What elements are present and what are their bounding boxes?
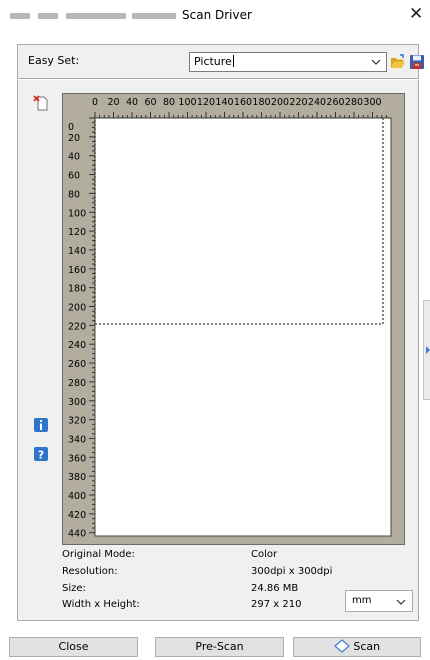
top-ruler-tick-label: 0	[92, 97, 98, 108]
left-ruler-tick-label: 320	[68, 416, 86, 427]
resolution-label: Resolution:	[62, 566, 118, 577]
blurred-app-name	[132, 13, 176, 19]
expand-panel-tab[interactable]	[423, 300, 430, 400]
top-ruler: 0 20 40 60 80 100 120 140 160 180 200 220 240 260 280 3…	[92, 97, 391, 119]
left-ruler-tick-label: 180	[68, 284, 86, 295]
unit-dropdown[interactable]: mm	[345, 590, 413, 612]
left-ruler-tick-label: 0	[68, 122, 74, 133]
left-ruler-tick-label: 240	[68, 340, 86, 351]
top-ruler-tick-label: 80	[163, 97, 175, 108]
top-ruler-tick-label: 160	[234, 97, 252, 108]
top-ruler-tick-label: 120	[197, 97, 215, 108]
scan-diamond-icon	[333, 639, 350, 653]
chevron-down-icon	[371, 59, 381, 65]
scan-preview-area[interactable]: 0 20 40 60 80 100 120 140 160 180 200 220 240 260 280 3…	[62, 93, 405, 545]
delete-document-icon[interactable]	[33, 95, 49, 111]
easy-set-value: Picture	[194, 55, 232, 68]
blurred-app-name	[10, 13, 30, 19]
top-ruler-tick-label: 200	[271, 97, 289, 108]
info-icon[interactable]	[33, 417, 49, 433]
prescan-button[interactable]: Pre-Scan	[155, 637, 284, 657]
easy-set-panel: Easy Set: Picture	[17, 44, 424, 79]
top-ruler-tick-label: 20	[107, 97, 119, 108]
easy-set-label: Easy Set:	[28, 54, 80, 67]
title-bar: Scan Driver ✕	[0, 0, 430, 31]
left-ruler-tick-label: 140	[68, 246, 86, 257]
top-ruler-tick-label: 40	[126, 97, 138, 108]
top-ruler-tick-label: 180	[252, 97, 270, 108]
left-ruler-tick-label: 300	[68, 397, 86, 408]
left-ruler-tick-label: 380	[68, 472, 86, 483]
prescan-button-label: Pre-Scan	[195, 640, 244, 653]
left-ruler-tick-label: 40	[68, 152, 80, 163]
window-title: Scan Driver	[182, 8, 252, 22]
easy-set-dropdown[interactable]: Picture	[189, 52, 387, 72]
scan-button-label: Scan	[353, 640, 381, 653]
help-icon[interactable]: ?	[33, 446, 49, 462]
width-height-value: 297 x 210	[251, 599, 302, 610]
close-button-label: Close	[58, 640, 89, 653]
blurred-app-name	[66, 13, 126, 19]
left-ruler-tick-label: 80	[68, 189, 80, 200]
original-mode-value: Color	[251, 549, 278, 560]
left-ruler-tick-label: 60	[68, 171, 80, 182]
resolution-value: 300dpi x 300dpi	[251, 566, 333, 577]
left-ruler: 020 40 60 80 100 120 140 160 180 200 220 240 260 280 3…	[68, 117, 95, 540]
save-icon[interactable]	[409, 54, 425, 70]
close-button[interactable]: Close	[9, 637, 138, 657]
left-ruler-tick-label: 440	[68, 529, 86, 540]
width-height-label: Width x Height:	[62, 599, 140, 610]
left-ruler-tick-label: 400	[68, 491, 86, 502]
close-window-icon[interactable]: ✕	[409, 4, 423, 24]
left-ruler-tick-label: 280	[68, 378, 86, 389]
svg-text:?: ?	[38, 449, 44, 462]
top-ruler-tick-label: 240	[308, 97, 326, 108]
top-ruler-tick-label: 100	[178, 97, 196, 108]
left-ruler-tick-label: 340	[68, 434, 86, 445]
left-ruler-tick-label: 260	[68, 359, 86, 370]
chevron-down-icon	[396, 599, 406, 605]
top-ruler-tick-label: 220	[289, 97, 307, 108]
unit-value: mm	[352, 595, 372, 606]
left-ruler-tick-label: 160	[68, 265, 86, 276]
left-ruler-tick-label: 100	[68, 208, 86, 219]
top-ruler-tick-label: 260	[326, 97, 344, 108]
top-ruler-tick-label: 60	[144, 97, 156, 108]
size-label: Size:	[62, 583, 86, 594]
left-ruler-tick-label: 200	[68, 303, 86, 314]
original-mode-label: Original Mode:	[62, 549, 135, 560]
left-ruler-tick-label: 420	[68, 510, 86, 521]
top-ruler-tick-label: 280	[345, 97, 363, 108]
scan-preview-canvas[interactable]: 0 20 40 60 80 100 120 140 160 180 200 220 240 260 280 3…	[63, 94, 406, 546]
left-ruler-tick-label: 20	[68, 133, 80, 144]
left-ruler-tick-label: 120	[68, 227, 86, 238]
expand-arrow-icon	[426, 346, 430, 354]
size-value: 24.86 MB	[251, 583, 299, 594]
blurred-app-name	[38, 13, 58, 19]
open-folder-icon[interactable]	[390, 54, 406, 70]
top-ruler-tick-label: 300	[363, 97, 381, 108]
left-ruler-tick-label: 360	[68, 453, 86, 464]
left-ruler-tick-label: 220	[68, 321, 86, 332]
scan-button[interactable]: Scan	[293, 637, 421, 657]
scan-page	[94, 117, 392, 537]
top-ruler-tick-label: 140	[215, 97, 233, 108]
